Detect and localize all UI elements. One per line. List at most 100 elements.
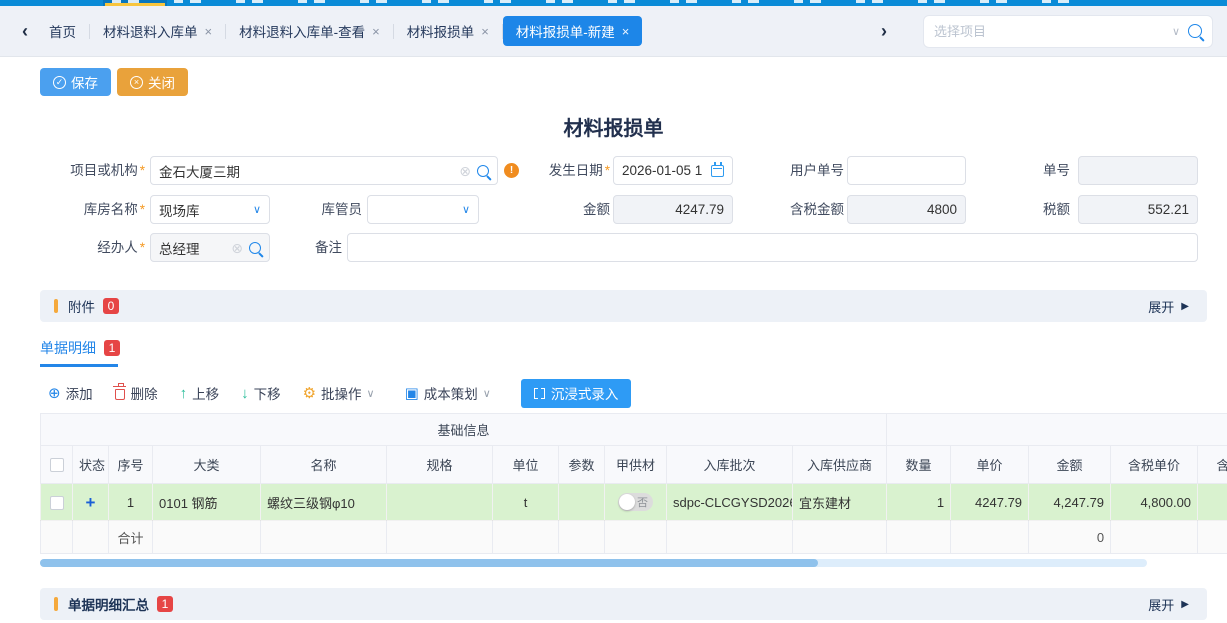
cell-param[interactable] [559,484,605,521]
attachment-expand-button[interactable]: 展开 ▶ [1148,297,1189,316]
checkbox-icon[interactable] [50,458,64,472]
doc-no-field [1078,156,1198,185]
project-value: 金石大厦三期 [159,161,459,181]
col-param: 参数 [559,446,605,484]
material-loss-form-screen: ‹ 首页 材料退料入库单 × 材料退料入库单-查看 × 材料报损单 × 材料报损… [0,0,1227,623]
detail-tab-label: 单据明细 [40,338,96,358]
cell-owner-supplied: 否 [605,484,667,521]
expand-triangle-icon: ▶ [1181,599,1189,610]
agent-label: 经办人* [20,233,145,262]
cost-plan-label: 成本策划 [424,383,478,403]
date-field[interactable]: 2026-01-05 1 [613,156,733,185]
attachment-section-bar[interactable]: 附件 0 展开 ▶ [40,290,1207,322]
group-header-basic-info: 基础信息 [41,414,887,446]
tab-material-return-view[interactable]: 材料退料入库单-查看 × [226,16,393,46]
close-button[interactable]: × 关闭 [117,68,188,96]
remark-field[interactable] [347,233,1198,262]
summary-section-bar[interactable]: 单据明细汇总 1 展开 ▶ [40,588,1207,620]
move-up-button[interactable]: ↑ 上移 [180,383,220,403]
cell-tax-price[interactable]: 4,800.00 [1111,484,1198,521]
warehouse-label: 库房名称* [20,195,145,224]
close-icon[interactable]: × [372,24,380,39]
add-label: 添加 [66,383,93,403]
user-no-field[interactable] [847,156,966,185]
tab-material-loss[interactable]: 材料报损单 × [394,16,502,46]
cell-spec[interactable] [387,484,493,521]
keeper-select[interactable]: ∨ [367,195,479,224]
expand-plus-icon[interactable]: + [86,493,96,512]
cost-plan-dropdown[interactable]: ▣ 成本策划 ∨ [405,383,499,403]
table-group-header-row: 基础信息 [41,414,1227,446]
total-amount: 0 [1029,521,1111,554]
cell-name[interactable]: 螺纹三级钢φ10 [261,484,387,521]
cell-batch[interactable]: sdpc-CLCGYSD202601 [667,484,793,521]
warehouse-value: 现场库 [159,200,253,220]
required-asterisk: * [140,202,145,217]
move-down-button[interactable]: ↓ 下移 [241,383,281,403]
keeper-label: 库管员 [250,195,362,224]
arrow-down-icon: ↓ [241,386,249,401]
required-asterisk: * [140,163,145,178]
expand-label: 展开 [1148,297,1174,316]
cell-price[interactable]: 4247.79 [951,484,1029,521]
tab-material-return[interactable]: 材料退料入库单 × [90,16,225,46]
tab-label: 材料报损单 [407,21,475,41]
agent-value: 总经理 [159,238,231,258]
close-icon[interactable]: × [205,24,213,39]
col-seq: 序号 [109,446,153,484]
delete-row-button[interactable]: 删除 [115,383,158,403]
cell-unit[interactable]: t [493,484,559,521]
calendar-icon[interactable] [711,165,724,177]
table-row[interactable]: + 1 0101 钢筋 螺纹三级钢φ10 t 否 sdpc-CLCGYSD202… [41,484,1227,521]
chevron-down-icon[interactable]: ∨ [462,203,470,216]
cell-qty[interactable]: 1 [887,484,951,521]
col-supplier: 入库供应商 [793,446,887,484]
cell-category[interactable]: 0101 钢筋 [153,484,261,521]
save-button[interactable]: ✓ 保存 [40,68,111,96]
row-status-cell[interactable]: + [73,484,109,521]
col-spec: 规格 [387,446,493,484]
scrollbar-thumb[interactable] [40,559,818,567]
chevron-down-icon[interactable]: ∨ [1172,25,1180,38]
project-field[interactable]: 金石大厦三期 ⊗ [150,156,498,185]
tab-detail[interactable]: 单据明细 1 [40,338,120,358]
col-batch: 入库批次 [667,446,793,484]
tab-home[interactable]: 首页 [36,16,89,46]
col-status: 状态 [73,446,109,484]
detail-table: 基础信息 状态 序号 大类 名称 规格 单位 参数 甲供材 入库批次 入库供应商… [40,413,1227,554]
row-select-cell[interactable] [41,484,73,521]
tab-material-loss-new[interactable]: 材料报损单-新建 × [503,16,643,46]
info-icon[interactable]: ! [504,163,519,178]
project-search-box[interactable]: ∨ [923,15,1213,48]
required-asterisk: * [140,240,145,255]
project-search-input[interactable] [934,24,1168,39]
cell-supplier[interactable]: 宜东建材 [793,484,887,521]
cell-amount: 4,247.79 [1029,484,1111,521]
summary-expand-button[interactable]: 展开 ▶ [1148,595,1189,614]
close-icon[interactable]: × [481,24,489,39]
owner-supplied-toggle[interactable]: 否 [618,493,653,511]
clear-icon[interactable]: ⊗ [231,241,243,255]
check-circle-icon: ✓ [53,76,66,89]
user-no-label: 用户单号 [745,156,844,185]
close-icon[interactable]: × [622,24,630,39]
date-value: 2026-01-05 1 [622,163,711,178]
clear-icon[interactable]: ⊗ [459,164,471,178]
add-row-button[interactable]: ⊕ 添加 [48,383,93,403]
immersive-entry-button[interactable]: 沉浸式录入 [521,379,632,408]
tabs-forward-icon[interactable]: › [873,21,895,42]
col-unit: 单位 [493,446,559,484]
search-icon[interactable] [1188,24,1202,38]
col-qty: 数量 [887,446,951,484]
table-horizontal-scrollbar[interactable] [40,559,1147,567]
lookup-icon[interactable] [477,165,489,177]
tab-bar: ‹ 首页 材料退料入库单 × 材料退料入库单-查看 × 材料报损单 × 材料报损… [0,6,1227,57]
tab-label: 首页 [49,21,76,41]
select-all-header[interactable] [41,446,73,484]
cell-tax-amount [1198,484,1227,521]
batch-ops-dropdown[interactable]: ⚙ 批操作 ∨ [303,383,383,403]
summary-section-title: 单据明细汇总 [68,594,149,614]
tabs-back-icon[interactable]: ‹ [14,21,36,42]
attachment-section-title: 附件 [68,296,95,316]
checkbox-icon[interactable] [50,496,64,510]
